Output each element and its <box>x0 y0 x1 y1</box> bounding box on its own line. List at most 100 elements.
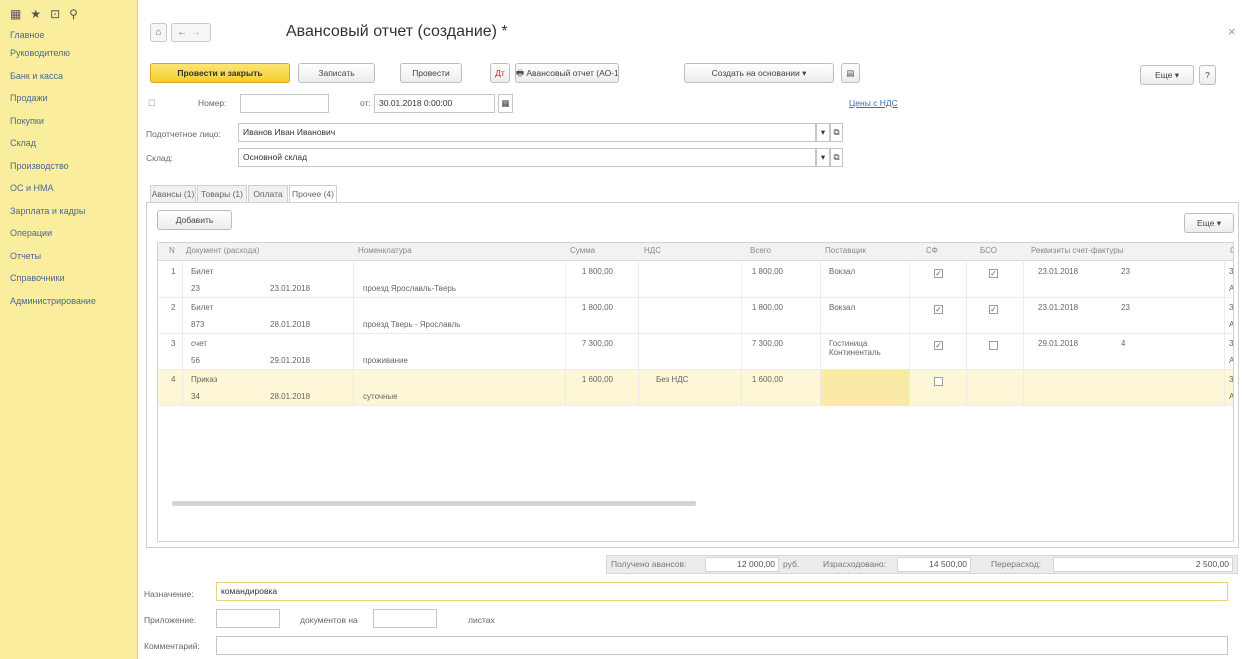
sidebar-item[interactable]: Зарплата и кадры <box>0 200 137 223</box>
comment-field[interactable] <box>216 636 1228 655</box>
column-header[interactable]: Поставщик <box>825 246 866 255</box>
column-header[interactable]: СФ <box>926 246 938 255</box>
sidebar-toolbar: ▦ ★ ⊡ ⚲ <box>0 0 137 28</box>
sidebar-item[interactable]: Производство <box>0 155 137 178</box>
post-and-close-button[interactable]: Провести и закрыть <box>150 63 290 83</box>
add-button[interactable]: Добавить <box>157 210 232 230</box>
cell-nom: проезд Тверь - Ярославль <box>363 320 461 329</box>
post-button[interactable]: Провести <box>400 63 462 83</box>
checkbox-bso[interactable]: ✓ <box>989 305 998 314</box>
tab-goods[interactable]: Товары (1) <box>197 185 247 202</box>
tab-other[interactable]: Прочее (4) <box>289 185 337 203</box>
checkbox-bso[interactable]: ✓ <box>989 269 998 278</box>
dropdown-icon[interactable]: ▾ <box>816 123 830 142</box>
calendar-icon[interactable]: ▦ <box>498 94 513 113</box>
checkbox-sf[interactable]: ✓ <box>934 341 943 350</box>
date-label: от: <box>360 98 371 108</box>
open-icon[interactable]: ⧉ <box>830 123 843 142</box>
table-row[interactable]: 2 Билет 873 28.01.2018 проезд Тверь - Яросла… <box>158 298 1233 334</box>
sidebar-item[interactable]: ОС и НМА <box>0 177 137 200</box>
table-row[interactable]: 3 счет 56 29.01.2018 проживание 7 300,00 7 300… <box>158 334 1233 370</box>
star-icon[interactable]: ★ <box>30 7 41 21</box>
column-divider <box>909 262 910 298</box>
sidebar-item[interactable]: Справочники <box>0 267 137 290</box>
warehouse-label: Склад: <box>146 153 173 163</box>
create-based-label: Создать на основании <box>711 68 800 78</box>
cell-num: 873 <box>191 320 205 329</box>
date-field[interactable]: 30.01.2018 0:00:00 <box>374 94 495 113</box>
more-button[interactable]: Еще ▾ <box>1140 65 1194 85</box>
table-more-button[interactable]: Еще ▾ <box>1184 213 1234 233</box>
post-movements-icon[interactable]: Дт <box>490 63 510 83</box>
home-button[interactable]: ⌂ <box>150 23 167 42</box>
number-label: Номер: <box>198 98 227 108</box>
search-icon[interactable]: ⚲ <box>69 7 78 21</box>
cell-date: 28.01.2018 <box>270 320 311 329</box>
checkbox-sf[interactable] <box>934 377 943 386</box>
horizontal-scrollbar[interactable] <box>172 501 696 506</box>
print-button[interactable]: 🖶 Авансовый отчет (АО-1) <box>515 63 619 83</box>
column-divider <box>353 370 354 406</box>
checkbox-bso[interactable] <box>989 341 998 350</box>
table-more-label: Еще <box>1197 218 1215 228</box>
sidebar-item[interactable]: Склад <box>0 132 137 155</box>
save-button[interactable]: Записать <box>298 63 375 83</box>
table-row[interactable]: 4 Приказ 34 28.01.2018 суточные 1 600,00 Без Н… <box>158 370 1233 406</box>
sidebar-item[interactable]: Администрирование <box>0 290 137 313</box>
back-icon[interactable]: ← <box>177 27 191 38</box>
docs-on-label: документов на <box>300 615 358 625</box>
cell-doc: счет <box>191 339 207 348</box>
checkbox-sf[interactable]: ✓ <box>934 305 943 314</box>
sidebar-item[interactable]: Главное <box>0 28 137 42</box>
back-forward-buttons[interactable]: ←→ <box>171 23 211 42</box>
sidebar-item[interactable]: Банк и касса <box>0 65 137 88</box>
column-header[interactable]: С <box>1230 246 1233 255</box>
column-header[interactable]: Сумма <box>570 246 595 255</box>
sidebar-item[interactable]: Отчеты <box>0 245 137 268</box>
column-divider <box>1023 334 1024 370</box>
forward-icon[interactable]: → <box>191 27 205 38</box>
cell-num: 34 <box>191 392 200 401</box>
number-field[interactable] <box>240 94 329 113</box>
sidebar-item[interactable]: Продажи <box>0 87 137 110</box>
open-icon[interactable]: ⧉ <box>830 148 843 167</box>
column-header[interactable]: Реквизиты счет-фактуры <box>1031 246 1124 255</box>
column-header[interactable]: Всего <box>750 246 771 255</box>
person-field[interactable]: Иванов Иван Иванович <box>238 123 816 142</box>
column-header[interactable]: Номенклатура <box>358 246 412 255</box>
sidebar-item[interactable]: Руководителю <box>0 42 137 65</box>
print-icon: 🖶 <box>516 68 527 78</box>
cell-inv_date: 23.01.2018 <box>1038 267 1079 276</box>
history-icon[interactable]: ⊡ <box>50 7 60 21</box>
column-header[interactable]: N <box>169 246 175 255</box>
print-label: Авансовый отчет (АО-1) <box>526 68 619 78</box>
tab-payment[interactable]: Оплата <box>248 185 288 202</box>
attachment-count-field[interactable] <box>216 609 280 628</box>
tab-advances[interactable]: Авансы (1) <box>150 185 196 202</box>
grid-icon[interactable]: ▦ <box>10 7 21 21</box>
spent-value: 14 500,00 <box>897 557 971 572</box>
sidebar-item[interactable]: Покупки <box>0 110 137 133</box>
active-cell[interactable] <box>821 370 909 406</box>
prices-link[interactable]: Цены с НДС <box>849 98 898 108</box>
close-icon[interactable]: × <box>1228 24 1236 39</box>
cell-n: 2 <box>171 303 176 312</box>
document-icon: ☐ <box>148 98 156 108</box>
cell-doc: Приказ <box>191 375 218 384</box>
column-divider <box>182 262 183 298</box>
column-divider <box>353 298 354 334</box>
warehouse-field[interactable]: Основной склад <box>238 148 816 167</box>
purpose-field[interactable]: командировка <box>216 582 1228 601</box>
create-based-button[interactable]: Создать на основании ▾ <box>684 63 834 83</box>
column-header[interactable]: Документ (расхода) <box>186 246 259 255</box>
column-header[interactable]: НДС <box>644 246 661 255</box>
sheets-count-field[interactable] <box>373 609 437 628</box>
report-icon[interactable]: ▤ <box>841 63 860 83</box>
dropdown-icon[interactable]: ▾ <box>816 148 830 167</box>
checkbox-sf[interactable]: ✓ <box>934 269 943 278</box>
column-header[interactable]: БСО <box>980 246 997 255</box>
help-button[interactable]: ? <box>1199 65 1216 85</box>
sidebar-item[interactable]: Операции <box>0 222 137 245</box>
cell-nom: проживание <box>363 356 408 365</box>
table-row[interactable]: 1 Билет 23 23.01.2018 проезд Ярославль-Тверь… <box>158 262 1233 298</box>
